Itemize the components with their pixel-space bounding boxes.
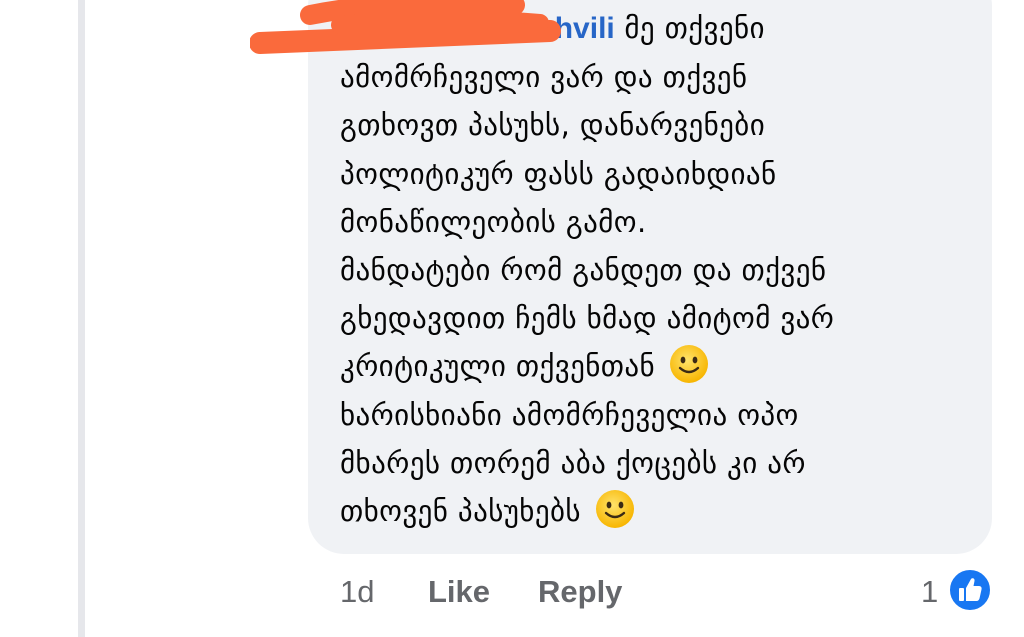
like-button[interactable]: Like bbox=[428, 574, 490, 610]
comment-line-5: მონაწილეობის გამო. bbox=[340, 204, 647, 239]
thread-line bbox=[78, 0, 85, 637]
like-thumbs-up-icon[interactable] bbox=[948, 568, 992, 612]
slightly-smiling-face-icon bbox=[669, 345, 708, 384]
comment-line-10: მხარეს თორემ აბა ქოცებს კი არ bbox=[340, 445, 806, 480]
reaction-count[interactable]: 1 bbox=[921, 574, 938, 610]
slightly-smiling-face-icon bbox=[595, 490, 634, 529]
comment-line-9: ხარისხიანი ამომრჩეველია ოპო bbox=[340, 397, 799, 432]
comment-line-6: მანდატები რომ განდეთ და თქვენ bbox=[340, 253, 827, 288]
comment-timestamp[interactable]: 1d bbox=[340, 574, 374, 610]
comment-actions-bar: 1d Like Reply 1 bbox=[0, 568, 1024, 620]
comment-line-2: ამომრჩეველი ვარ და თქვენ bbox=[340, 60, 748, 95]
reply-button[interactable]: Reply bbox=[538, 574, 622, 610]
comment-line-1: krashvili მე თქვენი bbox=[340, 4, 985, 53]
comment-line-7: გხედავდით ჩემს ხმად ამიტომ ვარ bbox=[340, 301, 835, 336]
comment-text: krashvili მე თქვენი ამომრჩეველი ვარ და თ… bbox=[340, 4, 985, 535]
comment-line-4: პოლიტიკურ ფასს გადაიხდიან bbox=[340, 156, 777, 191]
comment-line-3: გთხოვთ პასუხს, დანარვენები bbox=[340, 108, 766, 143]
comment-author-name[interactable]: krashvili bbox=[340, 12, 615, 45]
comment-screen: krashvili მე თქვენი ამომრჩეველი ვარ და თ… bbox=[0, 0, 1024, 637]
comment-line-11: თხოვენ პასუხებს bbox=[340, 487, 985, 535]
comment-line-8: კრიტიკული თქვენთან bbox=[340, 342, 985, 390]
